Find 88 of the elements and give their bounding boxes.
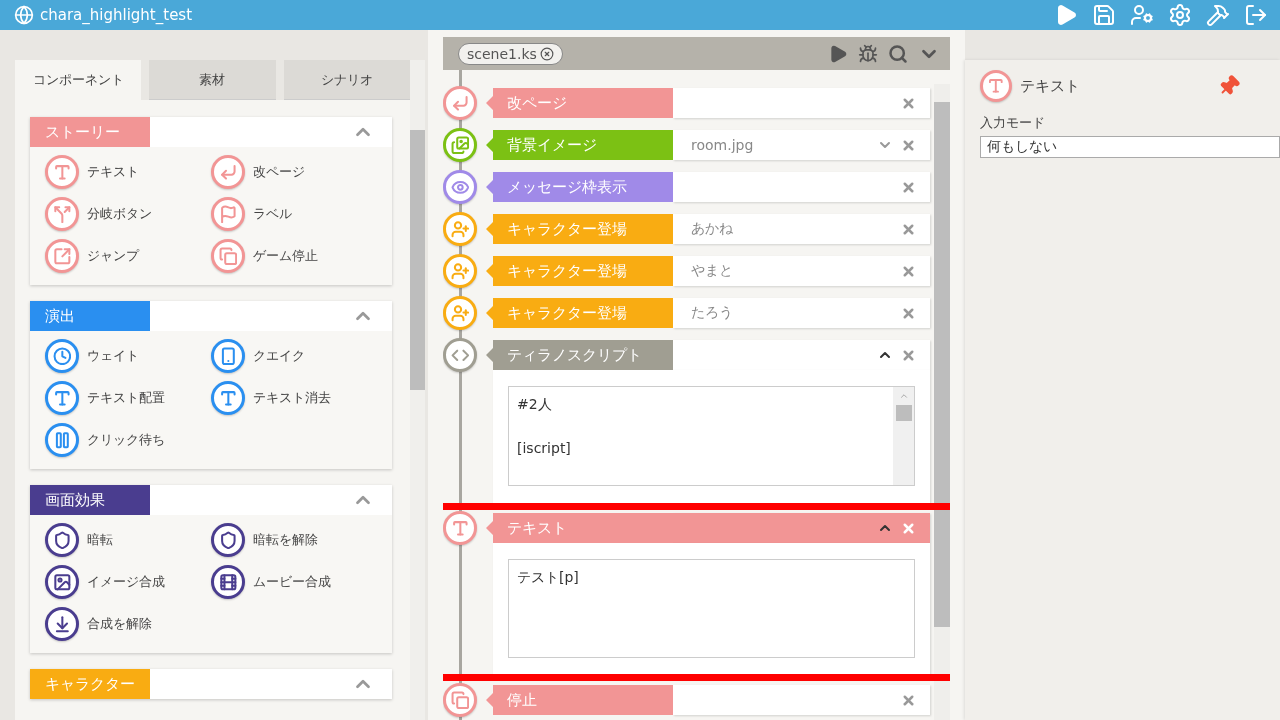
- user-settings-icon[interactable]: [1130, 3, 1154, 27]
- component-label[interactable]: 合成を解除: [87, 615, 152, 633]
- component-label[interactable]: テキスト: [87, 163, 139, 181]
- component-label[interactable]: ウェイト: [87, 347, 139, 365]
- exit-icon[interactable]: [1244, 3, 1268, 27]
- text-icon: [211, 381, 245, 415]
- block-label: テキスト: [486, 513, 673, 543]
- block-value: たろう: [690, 304, 734, 322]
- block-value: やまと: [690, 262, 734, 280]
- eye-icon: [443, 170, 477, 204]
- block-label: 停止: [486, 685, 673, 715]
- file-tab[interactable]: scene1.ks: [458, 42, 563, 65]
- block-label: メッセージ枠表示: [486, 172, 673, 202]
- user-plus-icon: [443, 254, 477, 288]
- component-label[interactable]: テキスト配置: [87, 389, 165, 407]
- search-icon[interactable]: [888, 43, 908, 64]
- bug-icon[interactable]: [858, 43, 878, 64]
- user-plus-icon: [443, 212, 477, 246]
- block-value: あかね: [690, 220, 734, 238]
- field-label: 入力モード: [980, 114, 1046, 132]
- panel-tab[interactable]: 素材: [149, 60, 276, 100]
- delete-icon[interactable]: [901, 520, 916, 536]
- delete-icon[interactable]: [901, 95, 916, 111]
- delete-icon[interactable]: [901, 347, 916, 363]
- scroll-up-icon[interactable]: [898, 391, 909, 401]
- component-label[interactable]: クエイク: [253, 347, 305, 365]
- component-label[interactable]: イメージ合成: [87, 573, 165, 591]
- mode-select[interactable]: 何もしない: [980, 136, 1280, 158]
- text-icon: [443, 511, 477, 545]
- shield-icon: [211, 523, 245, 557]
- section-title: 画面効果: [30, 485, 150, 515]
- delete-icon[interactable]: [901, 179, 916, 195]
- block-label: キャラクター登場: [486, 256, 673, 286]
- text-icon: [45, 155, 79, 189]
- pause-icon: [45, 423, 79, 457]
- component-label[interactable]: ラベル: [253, 205, 292, 223]
- external-link-icon: [45, 239, 79, 273]
- text-icon: [980, 70, 1012, 102]
- text-icon: [45, 381, 79, 415]
- delete-icon[interactable]: [901, 221, 916, 237]
- windows-icon: [211, 239, 245, 273]
- section-title: キャラクター: [30, 669, 150, 699]
- windows-icon: [443, 683, 477, 717]
- block-label: ティラノスクリプト: [486, 340, 673, 370]
- image-icon: [45, 565, 79, 599]
- scrollbar-thumb[interactable]: [895, 405, 912, 421]
- script-textarea[interactable]: #2人 [iscript]: [508, 386, 915, 486]
- shield-icon: [45, 523, 79, 557]
- images-icon: [443, 128, 477, 162]
- delete-icon[interactable]: [901, 137, 916, 153]
- clock-icon: [45, 339, 79, 373]
- settings-icon[interactable]: [1168, 3, 1192, 27]
- component-label[interactable]: 暗転: [87, 531, 113, 549]
- film-icon: [211, 565, 245, 599]
- block-value: room.jpg: [690, 137, 755, 153]
- panel-tab[interactable]: シナリオ: [283, 60, 410, 100]
- save-icon[interactable]: [1092, 3, 1116, 27]
- code-icon: [443, 338, 477, 372]
- logo-icon: [14, 5, 34, 25]
- block-label: キャラクター登場: [486, 214, 673, 244]
- component-label[interactable]: テキスト消去: [253, 389, 331, 407]
- app-title: chara_highlight_test: [40, 6, 194, 24]
- panel-tab[interactable]: コンポーネント: [15, 60, 142, 100]
- inspector-title: テキスト: [1020, 76, 1081, 96]
- component-label[interactable]: ムービー合成: [253, 573, 331, 591]
- component-label[interactable]: 暗転を解除: [253, 531, 318, 549]
- delete-icon[interactable]: [901, 305, 916, 321]
- section-title: 演出: [30, 301, 150, 331]
- scrollbar-thumb[interactable]: [410, 130, 425, 390]
- component-label[interactable]: ゲーム停止: [253, 247, 318, 265]
- component-label[interactable]: 分岐ボタン: [87, 205, 152, 223]
- close-icon[interactable]: [539, 46, 554, 61]
- phone-icon: [211, 339, 245, 373]
- component-label[interactable]: 改ページ: [253, 163, 305, 181]
- user-plus-icon: [443, 296, 477, 330]
- hammer-icon[interactable]: [1206, 3, 1230, 27]
- scrollbar-thumb[interactable]: [934, 102, 950, 627]
- component-label[interactable]: ジャンプ: [87, 247, 139, 265]
- section-title: ストーリー: [30, 117, 150, 147]
- block-label: 背景イメージ: [486, 130, 673, 160]
- play-icon[interactable]: [828, 43, 848, 64]
- component-label[interactable]: クリック待ち: [87, 431, 165, 449]
- text-textarea[interactable]: テスト[p]: [508, 559, 915, 658]
- flag-icon: [211, 197, 245, 231]
- delete-icon[interactable]: [901, 263, 916, 279]
- delete-icon[interactable]: [901, 692, 916, 708]
- block-label: 改ページ: [486, 88, 673, 118]
- block-label: キャラクター登場: [486, 298, 673, 328]
